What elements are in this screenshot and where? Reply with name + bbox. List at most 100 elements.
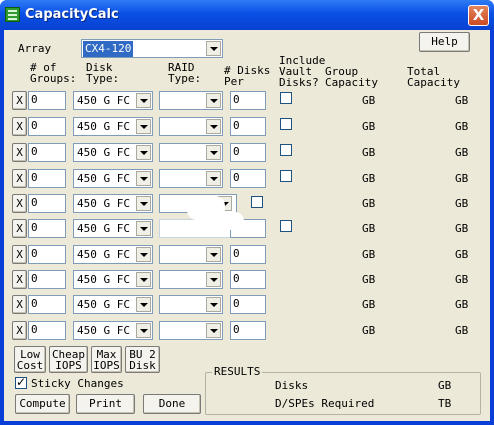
remove-row-button[interactable]: X	[12, 91, 27, 110]
remove-row-button[interactable]: X	[12, 270, 27, 289]
raid-type-select[interactable]	[159, 245, 223, 264]
results-dspe-unit: TB	[438, 397, 452, 410]
disk-type-select[interactable]: 450 G FC	[73, 245, 153, 264]
title-bar[interactable]: CapacityCalc X	[0, 0, 494, 30]
preset-button[interactable]: Cheap IOPS	[49, 346, 88, 373]
groups-input[interactable]: 0	[28, 321, 66, 340]
disks-per-input[interactable]: 0	[230, 245, 266, 264]
chevron-down-icon[interactable]	[136, 323, 151, 338]
disks-per-input[interactable]: 0	[230, 117, 266, 136]
groups-input[interactable]: 0	[28, 295, 66, 314]
sticky-changes-checkbox[interactable]	[15, 375, 27, 389]
disks-per-input[interactable]: 0	[230, 143, 266, 162]
chevron-down-icon[interactable]	[206, 145, 221, 160]
remove-row-button[interactable]: X	[12, 245, 27, 264]
close-button[interactable]: X	[468, 5, 489, 26]
disk-type-select[interactable]: 450 G FC	[73, 219, 153, 238]
vault-checkbox[interactable]	[280, 92, 292, 104]
chevron-down-icon[interactable]	[136, 171, 151, 186]
raid-type-select[interactable]	[159, 295, 223, 314]
chevron-down-icon[interactable]	[206, 272, 221, 287]
occlusion-mark	[214, 212, 244, 230]
disk-type-select[interactable]: 450 G FC	[73, 295, 153, 314]
total-capacity-unit: GB	[455, 248, 469, 261]
preset-button-line2: IOPS	[55, 359, 82, 372]
disks-per-input[interactable]: 0	[230, 295, 266, 314]
vault-checkbox[interactable]	[280, 220, 292, 232]
raid-type-select[interactable]	[159, 91, 223, 110]
vault-checkbox[interactable]	[280, 144, 292, 156]
disks-per-input[interactable]: 0	[230, 91, 266, 110]
groups-input[interactable]: 0	[28, 91, 66, 110]
remove-row-button[interactable]: X	[12, 194, 27, 213]
group-capacity-unit: GB	[362, 298, 376, 311]
disk-type-select[interactable]: 450 G FC	[73, 169, 153, 188]
results-disks-unit: GB	[438, 379, 452, 392]
chevron-down-icon[interactable]	[136, 145, 151, 160]
groups-input[interactable]: 0	[28, 169, 66, 188]
groups-input[interactable]: 0	[28, 245, 66, 264]
groups-input[interactable]: 0	[28, 219, 66, 238]
chevron-down-icon[interactable]	[136, 93, 151, 108]
chevron-down-icon[interactable]	[136, 272, 151, 287]
print-button[interactable]: Print	[76, 394, 135, 414]
results-disks-label: Disks	[275, 379, 309, 392]
disk-type-select[interactable]: 450 G FC	[73, 117, 153, 136]
preset-button[interactable]: Max IOPS	[91, 346, 122, 373]
preset-button-line2: Disk	[129, 359, 156, 372]
preset-button[interactable]: BU 2 Disk	[125, 346, 160, 373]
header-total-capacity: Total Capacity	[407, 65, 460, 89]
preset-button-line2: Cost	[16, 359, 44, 372]
preset-button[interactable]: Low Cost	[14, 346, 46, 373]
remove-row-button[interactable]: X	[12, 117, 27, 136]
help-button[interactable]: Help	[419, 32, 470, 52]
disks-per-input[interactable]: 0	[230, 169, 266, 188]
groups-input[interactable]: 0	[28, 143, 66, 162]
chevron-down-icon[interactable]	[136, 221, 151, 236]
results-dspe-label: D/SPEs Required	[275, 397, 375, 410]
raid-type-select[interactable]	[159, 270, 223, 289]
remove-row-button[interactable]: X	[12, 169, 27, 188]
remove-row-button[interactable]: X	[12, 143, 27, 162]
chevron-down-icon[interactable]	[136, 119, 151, 134]
groups-input[interactable]: 0	[28, 117, 66, 136]
disk-type-select[interactable]: 450 G FC	[73, 91, 153, 110]
chevron-down-icon[interactable]	[206, 119, 221, 134]
disk-type-value: 450 G FC	[77, 298, 130, 311]
disks-per-input[interactable]: 0	[230, 270, 266, 289]
chevron-down-icon[interactable]	[136, 196, 151, 211]
disk-type-value: 450 G FC	[77, 146, 130, 159]
vault-checkbox[interactable]	[251, 196, 263, 208]
chevron-down-icon[interactable]	[136, 247, 151, 262]
chevron-down-icon[interactable]	[206, 41, 221, 56]
done-button[interactable]: Done	[143, 394, 201, 414]
disk-type-select[interactable]: 450 G FC	[73, 194, 153, 213]
disk-type-value: 450 G FC	[77, 94, 130, 107]
chevron-down-icon[interactable]	[206, 323, 221, 338]
remove-row-button[interactable]: X	[12, 219, 27, 238]
vault-checkbox[interactable]	[280, 118, 292, 130]
raid-type-select[interactable]	[159, 117, 223, 136]
vault-checkbox[interactable]	[280, 170, 292, 182]
chevron-down-icon[interactable]	[136, 297, 151, 312]
raid-type-select[interactable]	[159, 143, 223, 162]
raid-type-select[interactable]	[159, 169, 223, 188]
app-window: CapacityCalc X Array CX4-120 Help # of G…	[0, 0, 494, 425]
remove-row-button[interactable]: X	[12, 295, 27, 314]
raid-type-select[interactable]	[159, 321, 223, 340]
chevron-down-icon[interactable]	[206, 247, 221, 262]
disk-type-select[interactable]: 450 G FC	[73, 143, 153, 162]
chevron-down-icon[interactable]	[206, 171, 221, 186]
chevron-down-icon[interactable]	[206, 297, 221, 312]
disks-per-input[interactable]: 0	[230, 321, 266, 340]
groups-input[interactable]: 0	[28, 270, 66, 289]
app-icon	[5, 7, 20, 22]
groups-input[interactable]: 0	[28, 194, 66, 213]
chevron-down-icon[interactable]	[206, 93, 221, 108]
disk-type-select[interactable]: 450 G FC	[73, 321, 153, 340]
remove-row-button[interactable]: X	[12, 321, 27, 340]
disk-type-select[interactable]: 450 G FC	[73, 270, 153, 289]
header-raid-type: RAID Type:	[168, 61, 202, 85]
compute-button[interactable]: Compute	[15, 394, 70, 414]
array-select[interactable]: CX4-120	[81, 39, 223, 58]
